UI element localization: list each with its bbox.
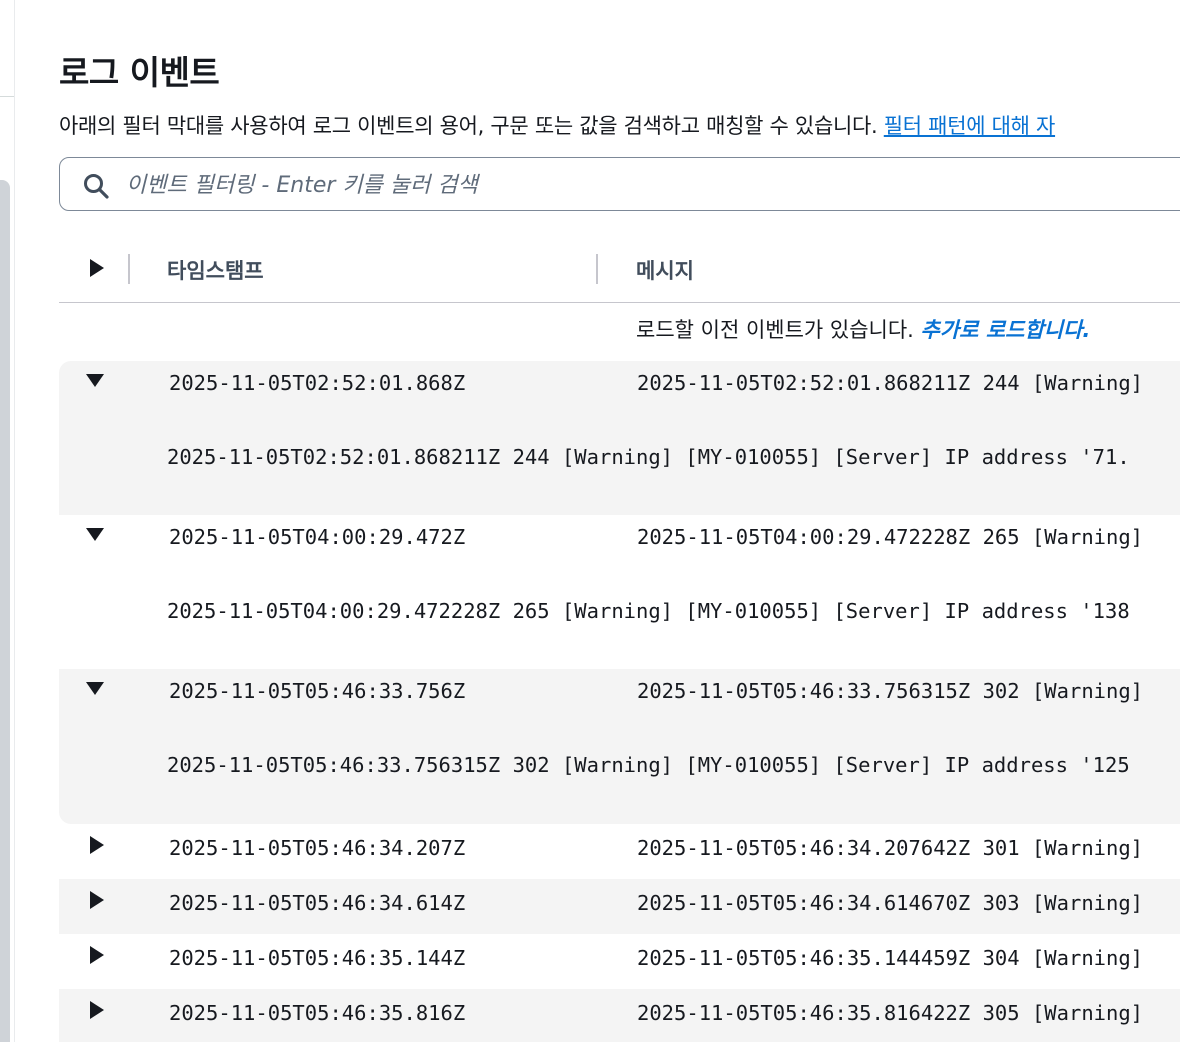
row-timestamp: 2025-11-05T02:52:01.868Z: [169, 371, 466, 395]
collapse-icon[interactable]: [85, 527, 105, 543]
collapse-icon[interactable]: [85, 373, 105, 389]
expand-icon[interactable]: [89, 1000, 105, 1020]
event-filter-search[interactable]: [59, 157, 1180, 211]
row-timestamp: 2025-11-05T05:46:34.614Z: [169, 891, 466, 915]
row-detail-message: 2025-11-05T05:46:33.756315Z 302 [Warning…: [167, 753, 1130, 777]
description-text: 아래의 필터 막대를 사용하여 로그 이벤트의 용어, 구문 또는 값을 검색하…: [59, 114, 884, 138]
table-row[interactable]: 2025-11-05T05:46:34.207Z 2025-11-05T05:4…: [59, 824, 1180, 879]
row-timestamp: 2025-11-05T05:46:35.144Z: [169, 946, 466, 970]
load-more-text: 로드할 이전 이벤트가 있습니다.: [636, 318, 921, 342]
table-row[interactable]: 2025-11-05T05:46:35.144Z 2025-11-05T05:4…: [59, 934, 1180, 989]
log-events-panel: 로그 이벤트 아래의 필터 막대를 사용하여 로그 이벤트의 용어, 구문 또는…: [59, 0, 1180, 1042]
load-more-link[interactable]: 추가로 로드합니다.: [921, 318, 1091, 342]
row-message: 2025-11-05T04:00:29.472228Z 265 [Warning…: [637, 525, 1144, 549]
row-timestamp: 2025-11-05T05:46:34.207Z: [169, 836, 466, 860]
expand-all-icon[interactable]: [89, 258, 105, 278]
row-timestamp: 2025-11-05T04:00:29.472Z: [169, 525, 466, 549]
filter-pattern-link[interactable]: 필터 패턴에 대해 자: [884, 114, 1056, 138]
table-row[interactable]: 2025-11-05T02:52:01.868Z 2025-11-05T02:5…: [59, 361, 1180, 515]
expand-icon[interactable]: [89, 890, 105, 910]
row-detail-message: 2025-11-05T04:00:29.472228Z 265 [Warning…: [167, 599, 1130, 623]
row-timestamp: 2025-11-05T05:46:35.816Z: [169, 1001, 466, 1025]
column-header-message[interactable]: 메시지: [636, 255, 694, 285]
row-message: 2025-11-05T05:46:34.207642Z 301 [Warning…: [637, 836, 1144, 860]
row-detail-message: 2025-11-05T02:52:01.868211Z 244 [Warning…: [167, 445, 1130, 469]
row-message: 2025-11-05T05:46:35.144459Z 304 [Warning…: [637, 946, 1144, 970]
table-header: 타임스탬프 메시지: [59, 236, 1180, 303]
row-message: 2025-11-05T05:46:35.816422Z 305 [Warning…: [637, 1001, 1144, 1025]
scrollbar[interactable]: [0, 180, 10, 1042]
table-row[interactable]: 2025-11-05T05:46:35.816Z 2025-11-05T05:4…: [59, 989, 1180, 1042]
column-divider[interactable]: [596, 254, 598, 284]
load-more-notice: 로드할 이전 이벤트가 있습니다. 추가로 로드합니다.: [636, 314, 1090, 344]
page-description: 아래의 필터 막대를 사용하여 로그 이벤트의 용어, 구문 또는 값을 검색하…: [59, 110, 1055, 140]
left-rail: [0, 0, 15, 1042]
page-title: 로그 이벤트: [59, 53, 220, 92]
expand-icon[interactable]: [89, 945, 105, 965]
row-message: 2025-11-05T02:52:01.868211Z 244 [Warning…: [637, 371, 1144, 395]
column-header-timestamp[interactable]: 타임스탬프: [167, 255, 264, 285]
row-message: 2025-11-05T05:46:34.614670Z 303 [Warning…: [637, 891, 1144, 915]
table-row[interactable]: 2025-11-05T05:46:34.614Z 2025-11-05T05:4…: [59, 879, 1180, 934]
column-divider[interactable]: [128, 254, 130, 284]
collapse-icon[interactable]: [85, 681, 105, 697]
search-input[interactable]: [124, 166, 1128, 204]
table-row[interactable]: 2025-11-05T04:00:29.472Z 2025-11-05T04:0…: [59, 515, 1180, 669]
row-timestamp: 2025-11-05T05:46:33.756Z: [169, 679, 466, 703]
row-message: 2025-11-05T05:46:33.756315Z 302 [Warning…: [637, 679, 1144, 703]
expand-icon[interactable]: [89, 835, 105, 855]
table-row[interactable]: 2025-11-05T05:46:33.756Z 2025-11-05T05:4…: [59, 669, 1180, 824]
search-icon: [84, 174, 109, 199]
rail-divider: [0, 96, 14, 97]
